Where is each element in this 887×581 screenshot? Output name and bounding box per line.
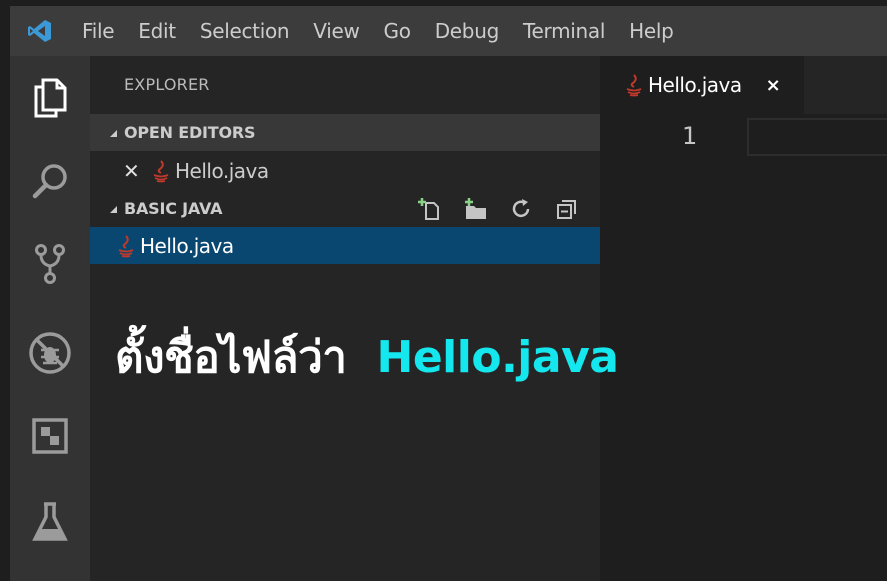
expanded-triangle-icon <box>90 128 124 138</box>
open-editor-item[interactable]: ✕ Hello.java <box>90 152 600 189</box>
menu-help[interactable]: Help <box>617 6 685 56</box>
refresh-icon[interactable] <box>498 190 544 227</box>
java-file-icon <box>147 159 175 183</box>
search-icon[interactable] <box>10 151 90 211</box>
line-number: 1 <box>682 122 698 150</box>
menu-debug[interactable]: Debug <box>423 6 511 56</box>
vscode-window: File Edit Selection View Go Debug Termin… <box>0 0 887 581</box>
files-icon[interactable] <box>10 68 90 128</box>
menu-view[interactable]: View <box>301 6 371 56</box>
caption-filename: Hello.java <box>376 332 619 383</box>
basic-java-label: BASIC JAVA <box>124 199 223 218</box>
tab-bar: Hello.java × <box>600 56 887 114</box>
file-tree-item[interactable]: Hello.java <box>90 227 600 264</box>
source-control-icon[interactable] <box>10 234 90 294</box>
menu-selection[interactable]: Selection <box>188 6 301 56</box>
caption-thai-text: ตั้งชื่อไฟล์ว่า <box>115 332 347 383</box>
test-flask-icon[interactable] <box>10 493 90 553</box>
explorer-title: EXPLORER <box>124 75 210 94</box>
file-tree-filename: Hello.java <box>140 233 234 258</box>
tutorial-caption: ตั้งชื่อไฟล์ว่า Hello.java <box>115 322 619 392</box>
collapse-all-icon[interactable] <box>544 190 590 227</box>
open-editors-label: OPEN EDITORS <box>124 123 256 142</box>
tab-close-icon[interactable]: × <box>766 75 781 96</box>
close-icon[interactable]: ✕ <box>123 159 147 183</box>
debug-icon[interactable] <box>10 323 90 383</box>
current-line-highlight[interactable] <box>747 118 887 156</box>
extensions-icon[interactable] <box>10 406 90 466</box>
new-folder-icon[interactable] <box>452 190 498 227</box>
java-file-icon <box>112 234 140 258</box>
expanded-triangle-icon <box>90 204 124 214</box>
folder-actions <box>406 190 590 227</box>
new-file-icon[interactable] <box>406 190 452 227</box>
menu-bar: File Edit Selection View Go Debug Termin… <box>10 6 887 56</box>
tab-hello-java[interactable]: Hello.java × <box>600 56 804 114</box>
menu-edit[interactable]: Edit <box>126 6 188 56</box>
explorer-sidebar: EXPLORER OPEN EDITORS ✕ Hello.java BASIC… <box>90 56 600 581</box>
menu-file[interactable]: File <box>70 6 126 56</box>
open-editor-filename: Hello.java <box>175 158 269 183</box>
menu-go[interactable]: Go <box>372 6 423 56</box>
editor-area[interactable]: Hello.java × 1 <box>600 56 887 581</box>
activity-bar <box>10 56 90 581</box>
open-editors-header[interactable]: OPEN EDITORS <box>90 114 600 151</box>
basic-java-folder-header[interactable]: BASIC JAVA <box>90 190 600 227</box>
vscode-logo-icon <box>10 6 70 56</box>
tab-label: Hello.java <box>648 73 742 97</box>
java-file-icon <box>620 73 648 97</box>
menu-terminal[interactable]: Terminal <box>511 6 617 56</box>
